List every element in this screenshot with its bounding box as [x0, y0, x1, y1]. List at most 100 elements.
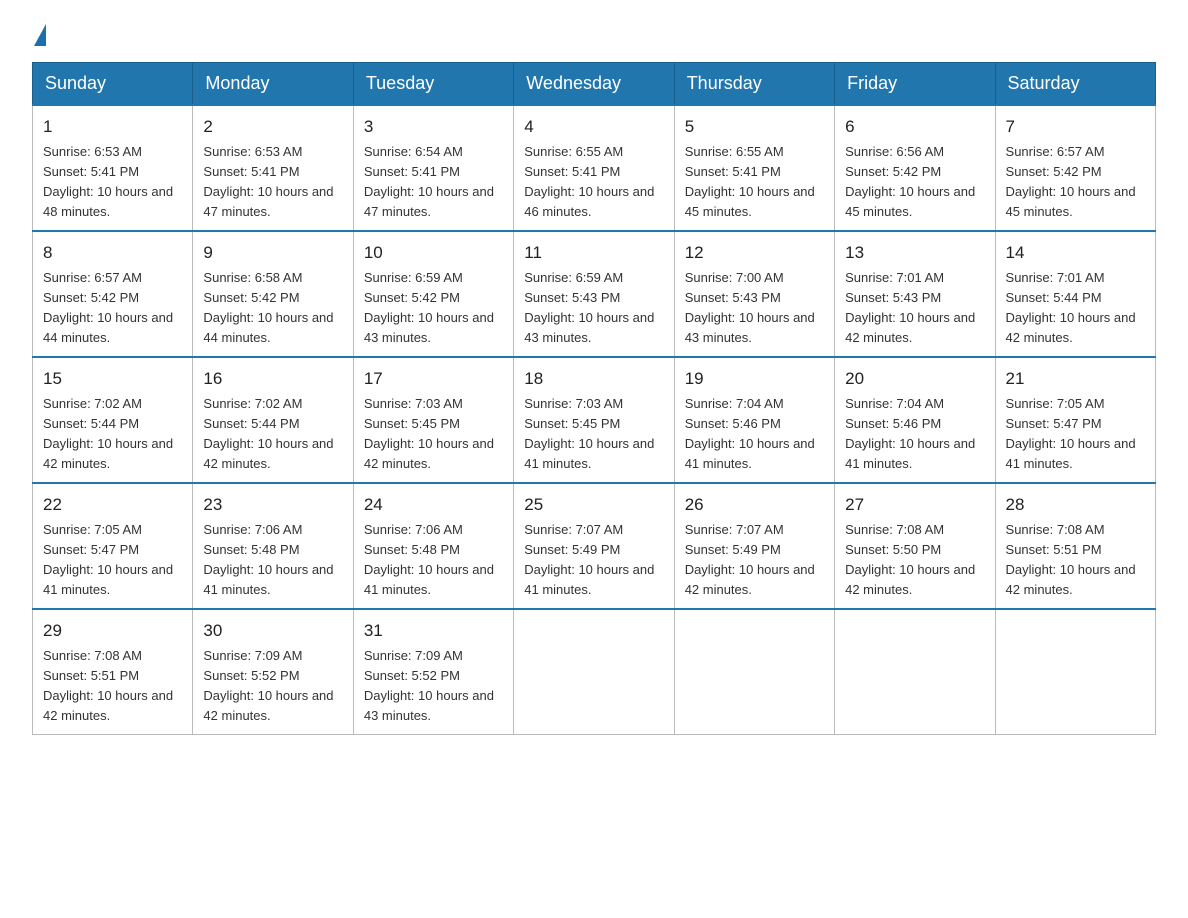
calendar-cell	[835, 609, 995, 735]
day-number: 21	[1006, 366, 1145, 392]
day-number: 10	[364, 240, 503, 266]
weekday-header-monday: Monday	[193, 63, 353, 106]
day-info: Sunrise: 6:55 AMSunset: 5:41 PMDaylight:…	[524, 142, 663, 223]
day-info: Sunrise: 7:08 AMSunset: 5:51 PMDaylight:…	[43, 646, 182, 727]
calendar-cell: 24 Sunrise: 7:06 AMSunset: 5:48 PMDaylig…	[353, 483, 513, 609]
day-info: Sunrise: 7:05 AMSunset: 5:47 PMDaylight:…	[43, 520, 182, 601]
calendar-cell: 27 Sunrise: 7:08 AMSunset: 5:50 PMDaylig…	[835, 483, 995, 609]
day-number: 5	[685, 114, 824, 140]
weekday-header-wednesday: Wednesday	[514, 63, 674, 106]
day-number: 20	[845, 366, 984, 392]
calendar-cell: 21 Sunrise: 7:05 AMSunset: 5:47 PMDaylig…	[995, 357, 1155, 483]
weekday-header-row: SundayMondayTuesdayWednesdayThursdayFrid…	[33, 63, 1156, 106]
day-info: Sunrise: 6:57 AMSunset: 5:42 PMDaylight:…	[43, 268, 182, 349]
calendar-cell: 22 Sunrise: 7:05 AMSunset: 5:47 PMDaylig…	[33, 483, 193, 609]
calendar-cell: 7 Sunrise: 6:57 AMSunset: 5:42 PMDayligh…	[995, 105, 1155, 231]
day-info: Sunrise: 7:04 AMSunset: 5:46 PMDaylight:…	[685, 394, 824, 475]
day-info: Sunrise: 7:00 AMSunset: 5:43 PMDaylight:…	[685, 268, 824, 349]
calendar-cell: 4 Sunrise: 6:55 AMSunset: 5:41 PMDayligh…	[514, 105, 674, 231]
calendar-cell: 9 Sunrise: 6:58 AMSunset: 5:42 PMDayligh…	[193, 231, 353, 357]
calendar-cell: 25 Sunrise: 7:07 AMSunset: 5:49 PMDaylig…	[514, 483, 674, 609]
day-number: 4	[524, 114, 663, 140]
calendar-week-row: 15 Sunrise: 7:02 AMSunset: 5:44 PMDaylig…	[33, 357, 1156, 483]
calendar-cell: 14 Sunrise: 7:01 AMSunset: 5:44 PMDaylig…	[995, 231, 1155, 357]
calendar-cell: 12 Sunrise: 7:00 AMSunset: 5:43 PMDaylig…	[674, 231, 834, 357]
weekday-header-tuesday: Tuesday	[353, 63, 513, 106]
day-number: 1	[43, 114, 182, 140]
calendar-week-row: 1 Sunrise: 6:53 AMSunset: 5:41 PMDayligh…	[33, 105, 1156, 231]
calendar-table: SundayMondayTuesdayWednesdayThursdayFrid…	[32, 62, 1156, 735]
calendar-cell: 29 Sunrise: 7:08 AMSunset: 5:51 PMDaylig…	[33, 609, 193, 735]
calendar-week-row: 22 Sunrise: 7:05 AMSunset: 5:47 PMDaylig…	[33, 483, 1156, 609]
calendar-cell: 18 Sunrise: 7:03 AMSunset: 5:45 PMDaylig…	[514, 357, 674, 483]
day-number: 31	[364, 618, 503, 644]
day-info: Sunrise: 7:04 AMSunset: 5:46 PMDaylight:…	[845, 394, 984, 475]
page-header	[32, 24, 1156, 46]
weekday-header-sunday: Sunday	[33, 63, 193, 106]
calendar-cell: 19 Sunrise: 7:04 AMSunset: 5:46 PMDaylig…	[674, 357, 834, 483]
calendar-cell	[674, 609, 834, 735]
day-number: 6	[845, 114, 984, 140]
day-number: 13	[845, 240, 984, 266]
day-info: Sunrise: 6:53 AMSunset: 5:41 PMDaylight:…	[203, 142, 342, 223]
day-info: Sunrise: 6:54 AMSunset: 5:41 PMDaylight:…	[364, 142, 503, 223]
calendar-cell: 11 Sunrise: 6:59 AMSunset: 5:43 PMDaylig…	[514, 231, 674, 357]
day-info: Sunrise: 6:58 AMSunset: 5:42 PMDaylight:…	[203, 268, 342, 349]
day-number: 7	[1006, 114, 1145, 140]
calendar-cell: 16 Sunrise: 7:02 AMSunset: 5:44 PMDaylig…	[193, 357, 353, 483]
day-info: Sunrise: 7:02 AMSunset: 5:44 PMDaylight:…	[43, 394, 182, 475]
day-info: Sunrise: 7:06 AMSunset: 5:48 PMDaylight:…	[203, 520, 342, 601]
day-number: 9	[203, 240, 342, 266]
day-info: Sunrise: 7:06 AMSunset: 5:48 PMDaylight:…	[364, 520, 503, 601]
day-info: Sunrise: 7:09 AMSunset: 5:52 PMDaylight:…	[364, 646, 503, 727]
weekday-header-thursday: Thursday	[674, 63, 834, 106]
day-number: 27	[845, 492, 984, 518]
day-info: Sunrise: 7:01 AMSunset: 5:44 PMDaylight:…	[1006, 268, 1145, 349]
calendar-cell: 30 Sunrise: 7:09 AMSunset: 5:52 PMDaylig…	[193, 609, 353, 735]
day-info: Sunrise: 6:57 AMSunset: 5:42 PMDaylight:…	[1006, 142, 1145, 223]
day-number: 11	[524, 240, 663, 266]
day-number: 17	[364, 366, 503, 392]
day-number: 3	[364, 114, 503, 140]
calendar-cell: 17 Sunrise: 7:03 AMSunset: 5:45 PMDaylig…	[353, 357, 513, 483]
day-info: Sunrise: 7:08 AMSunset: 5:51 PMDaylight:…	[1006, 520, 1145, 601]
weekday-header-saturday: Saturday	[995, 63, 1155, 106]
day-info: Sunrise: 7:02 AMSunset: 5:44 PMDaylight:…	[203, 394, 342, 475]
calendar-week-row: 8 Sunrise: 6:57 AMSunset: 5:42 PMDayligh…	[33, 231, 1156, 357]
calendar-cell: 28 Sunrise: 7:08 AMSunset: 5:51 PMDaylig…	[995, 483, 1155, 609]
calendar-cell: 26 Sunrise: 7:07 AMSunset: 5:49 PMDaylig…	[674, 483, 834, 609]
day-info: Sunrise: 6:55 AMSunset: 5:41 PMDaylight:…	[685, 142, 824, 223]
day-number: 30	[203, 618, 342, 644]
day-number: 16	[203, 366, 342, 392]
day-info: Sunrise: 6:59 AMSunset: 5:43 PMDaylight:…	[524, 268, 663, 349]
calendar-cell: 15 Sunrise: 7:02 AMSunset: 5:44 PMDaylig…	[33, 357, 193, 483]
day-info: Sunrise: 6:53 AMSunset: 5:41 PMDaylight:…	[43, 142, 182, 223]
calendar-cell: 23 Sunrise: 7:06 AMSunset: 5:48 PMDaylig…	[193, 483, 353, 609]
logo	[32, 24, 46, 46]
calendar-cell	[995, 609, 1155, 735]
day-number: 12	[685, 240, 824, 266]
calendar-cell: 5 Sunrise: 6:55 AMSunset: 5:41 PMDayligh…	[674, 105, 834, 231]
day-number: 28	[1006, 492, 1145, 518]
weekday-header-friday: Friday	[835, 63, 995, 106]
day-info: Sunrise: 6:56 AMSunset: 5:42 PMDaylight:…	[845, 142, 984, 223]
calendar-cell: 8 Sunrise: 6:57 AMSunset: 5:42 PMDayligh…	[33, 231, 193, 357]
calendar-cell: 31 Sunrise: 7:09 AMSunset: 5:52 PMDaylig…	[353, 609, 513, 735]
calendar-cell: 20 Sunrise: 7:04 AMSunset: 5:46 PMDaylig…	[835, 357, 995, 483]
day-info: Sunrise: 7:03 AMSunset: 5:45 PMDaylight:…	[364, 394, 503, 475]
day-number: 24	[364, 492, 503, 518]
day-number: 23	[203, 492, 342, 518]
day-info: Sunrise: 7:07 AMSunset: 5:49 PMDaylight:…	[524, 520, 663, 601]
day-number: 22	[43, 492, 182, 518]
day-number: 18	[524, 366, 663, 392]
calendar-week-row: 29 Sunrise: 7:08 AMSunset: 5:51 PMDaylig…	[33, 609, 1156, 735]
day-number: 26	[685, 492, 824, 518]
day-info: Sunrise: 7:09 AMSunset: 5:52 PMDaylight:…	[203, 646, 342, 727]
day-info: Sunrise: 7:03 AMSunset: 5:45 PMDaylight:…	[524, 394, 663, 475]
calendar-cell	[514, 609, 674, 735]
day-info: Sunrise: 7:01 AMSunset: 5:43 PMDaylight:…	[845, 268, 984, 349]
day-number: 8	[43, 240, 182, 266]
day-number: 29	[43, 618, 182, 644]
day-number: 19	[685, 366, 824, 392]
day-info: Sunrise: 7:08 AMSunset: 5:50 PMDaylight:…	[845, 520, 984, 601]
